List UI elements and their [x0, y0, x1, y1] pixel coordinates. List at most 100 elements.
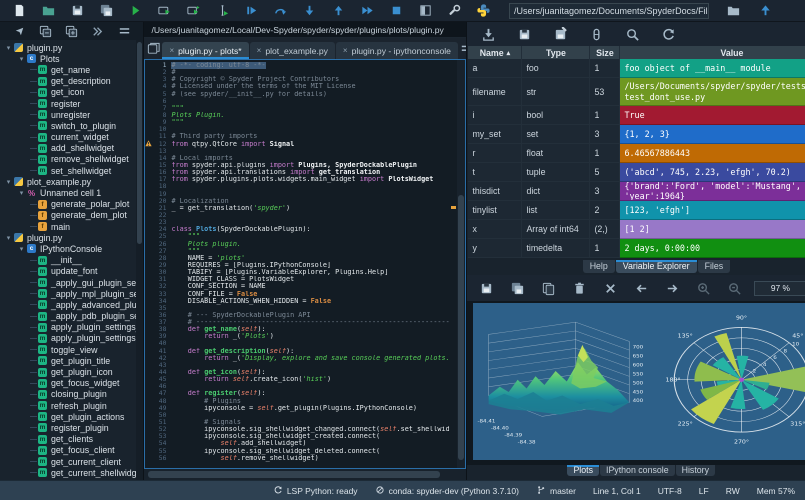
step-over-button[interactable]: [267, 1, 293, 21]
variable-type-cell[interactable]: tuple: [522, 163, 590, 182]
variable-value-cell[interactable]: {'brand':'Ford', 'model':'Mustang', 'yea…: [620, 182, 805, 201]
outline-item-_apply_advanced_plug[interactable]: m_apply_advanced_plug: [0, 299, 143, 310]
outline-item-update_font[interactable]: mupdate_font: [0, 266, 143, 277]
variable-size-cell[interactable]: 53: [590, 78, 620, 106]
status-line-1-col-1[interactable]: Line 1, Col 1: [593, 486, 641, 496]
outline-scrollbar[interactable]: [136, 40, 143, 480]
outline-item-register[interactable]: mregister: [0, 98, 143, 109]
tab-history[interactable]: History: [676, 465, 715, 476]
outline-item-closing_plugin[interactable]: mclosing_plugin: [0, 389, 143, 400]
outline-item-main[interactable]: fmain: [0, 221, 143, 232]
import-data-button[interactable]: [475, 24, 501, 44]
chevron-down-icon[interactable]: ▾: [4, 44, 13, 52]
variable-value-cell[interactable]: foo object of __main__ module: [620, 59, 805, 78]
save-data-button[interactable]: [511, 24, 537, 44]
variable-size-cell[interactable]: 2: [590, 201, 620, 220]
variable-type-cell[interactable]: timedelta: [522, 239, 590, 258]
outline-item-get_plugin_title[interactable]: mget_plugin_title: [0, 355, 143, 366]
variable-type-cell[interactable]: list: [522, 201, 590, 220]
working-directory-combobox[interactable]: /Users/juanitagomez/Documents/SpyderDocs…: [509, 3, 709, 19]
outline-item-get_description[interactable]: mget_description: [0, 76, 143, 87]
tab-files[interactable]: Files: [698, 260, 731, 273]
outline-item-get_current_client[interactable]: mget_current_client: [0, 456, 143, 467]
save-all-plots-button[interactable]: [506, 278, 528, 298]
variable-size-cell[interactable]: 3: [590, 125, 620, 144]
outline-item-unregister[interactable]: munregister: [0, 109, 143, 120]
outline-item-Unnamed cell 1[interactable]: ▾%Unnamed cell 1: [0, 187, 143, 198]
copy-plot-button[interactable]: [537, 278, 559, 298]
zoom-out-button[interactable]: [723, 278, 745, 298]
variable-size-cell[interactable]: 1: [590, 106, 620, 125]
editor-tab-plugin.py - plots*[interactable]: ×plugin.py - plots*: [162, 42, 248, 59]
remove-all-plots-button[interactable]: [599, 278, 621, 298]
expand-section-button[interactable]: [58, 23, 84, 39]
variable-size-cell[interactable]: 1: [590, 239, 620, 258]
outline-item-switch_to_plugin[interactable]: mswitch_to_plugin: [0, 120, 143, 131]
outline-item-register_plugin[interactable]: mregister_plugin: [0, 422, 143, 433]
options-menu-button[interactable]: [111, 23, 137, 39]
outline-item-get_current_shellwidge[interactable]: mget_current_shellwidge: [0, 467, 143, 478]
outline-item-generate_dem_plot[interactable]: fgenerate_dem_plot: [0, 210, 143, 221]
variable-name-cell[interactable]: thisdict: [468, 182, 522, 201]
run-cell-button[interactable]: [151, 1, 177, 21]
outline-item-apply_plugin_settings_[interactable]: mapply_plugin_settings_: [0, 322, 143, 333]
stop-debug-button[interactable]: [383, 1, 409, 21]
variable-type-cell[interactable]: float: [522, 144, 590, 163]
new-file-button[interactable]: [6, 1, 32, 21]
editor-tab-plugin.py - ipythonconsole[interactable]: ×plugin.py - ipythonconsole: [336, 42, 458, 59]
variable-type-cell[interactable]: set: [522, 125, 590, 144]
status-lf[interactable]: LF: [699, 486, 709, 496]
zoom-level-spinbox[interactable]: 97 %: [754, 281, 805, 296]
outline-item-_apply_gui_plugin_sett[interactable]: m_apply_gui_plugin_sett: [0, 277, 143, 288]
remove-plot-button[interactable]: [568, 278, 590, 298]
outline-item-IPythonConsole[interactable]: ▾cIPythonConsole: [0, 243, 143, 254]
outline-item-refresh_plugin[interactable]: mrefresh_plugin: [0, 400, 143, 411]
status-utf-8[interactable]: UTF-8: [658, 486, 682, 496]
outline-item-Plots[interactable]: ▾cPlots: [0, 53, 143, 64]
outline-item-get_icon[interactable]: mget_icon: [0, 87, 143, 98]
close-icon[interactable]: ×: [343, 46, 348, 55]
browse-working-directory-button[interactable]: [720, 1, 746, 21]
chevron-down-icon[interactable]: ▾: [4, 234, 13, 242]
outline-item-generate_polar_plot[interactable]: fgenerate_polar_plot: [0, 199, 143, 210]
go-to-parent-directory-button[interactable]: [752, 1, 778, 21]
variable-name-cell[interactable]: filename: [468, 78, 522, 106]
column-header-size[interactable]: Size: [590, 46, 620, 59]
outline-item-apply_plugin_settings[interactable]: mapply_plugin_settings: [0, 333, 143, 344]
step-into-button[interactable]: [296, 1, 322, 21]
outline-item-get_focus_widget[interactable]: mget_focus_widget: [0, 378, 143, 389]
outline-item-get_plugin_icon[interactable]: mget_plugin_icon: [0, 366, 143, 377]
outline-item-__init__[interactable]: m__init__: [0, 255, 143, 266]
refresh-variables-button[interactable]: [655, 24, 681, 44]
variable-name-cell[interactable]: t: [468, 163, 522, 182]
variable-name-cell[interactable]: y: [468, 239, 522, 258]
run-cell-advance-button[interactable]: [180, 1, 206, 21]
status-rw[interactable]: RW: [726, 486, 740, 496]
continue-execution-button[interactable]: [354, 1, 380, 21]
chevron-down-icon[interactable]: ▾: [17, 55, 26, 63]
more-chevrons-button[interactable]: [84, 23, 110, 39]
variable-type-cell[interactable]: dict: [522, 182, 590, 201]
status-lsp-python-ready[interactable]: LSP Python: ready: [273, 485, 358, 497]
variable-size-cell[interactable]: 1: [590, 59, 620, 78]
variable-value-cell[interactable]: [1 2]: [620, 220, 805, 239]
variable-type-cell[interactable]: str: [522, 78, 590, 106]
outline-item-set_shellwidget[interactable]: mset_shellwidget: [0, 165, 143, 176]
column-header-value[interactable]: Value: [620, 46, 805, 59]
preferences-button[interactable]: [441, 1, 467, 21]
close-icon[interactable]: ×: [257, 46, 262, 55]
status-mem-57-[interactable]: Mem 57%: [757, 486, 795, 496]
tab-variable-explorer[interactable]: Variable Explorer: [616, 260, 697, 273]
tab-plots[interactable]: Plots: [567, 465, 599, 476]
open-file-button[interactable]: [35, 1, 61, 21]
status-master[interactable]: master: [536, 485, 576, 497]
column-header-type[interactable]: Type: [522, 46, 590, 59]
save-plot-button[interactable]: [475, 278, 497, 298]
outline-item-plugin.py[interactable]: ▾plugin.py: [0, 232, 143, 243]
outline-item-get_name[interactable]: mget_name: [0, 64, 143, 75]
editor-tab-plot_example.py[interactable]: ×plot_example.py: [250, 42, 335, 59]
variable-size-cell[interactable]: (2,): [590, 220, 620, 239]
outline-item-plot_example.py[interactable]: ▾plot_example.py: [0, 176, 143, 187]
go-to-cursor-button[interactable]: [6, 23, 32, 39]
variable-value-cell[interactable]: 2 days, 0:00:00: [620, 239, 805, 258]
